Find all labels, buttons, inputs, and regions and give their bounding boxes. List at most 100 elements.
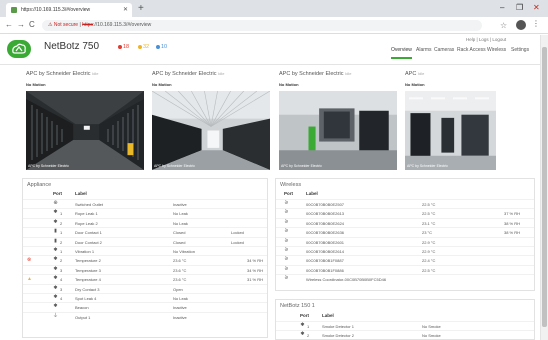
- page-scrollbar[interactable]: [540, 35, 548, 340]
- tab-close-icon[interactable]: ✕: [123, 3, 128, 17]
- minimize-button[interactable]: –: [500, 2, 504, 14]
- critical-alarm-icon: ⊗: [27, 257, 32, 264]
- wireless-sensor-value: 23 °C: [422, 230, 433, 236]
- wireless-sensor-row[interactable]: ⚞ 00C0B70B0B0E2636 23 °C 38 % RH: [276, 227, 534, 236]
- browser-menu-icon[interactable]: ⋮: [532, 19, 540, 28]
- wireless-sensor-icon: ⚞: [284, 200, 289, 206]
- appliance-sensor-row[interactable]: ▮ 1 Door Contact 1 Closed Locked: [23, 227, 267, 236]
- camera-panel-2: APC by Schneider Electric Idle No Motion A…: [152, 71, 270, 170]
- sensor-port: 4: [60, 296, 63, 301]
- wireless-sensor-row[interactable]: ⚞ 00C0B70B0B1F0887 22.4 °C: [276, 255, 534, 264]
- appliance-sensor-row[interactable]: ▮ 2 Door Contact 2 Closed Locked: [23, 236, 267, 246]
- sensor-value: No Leak: [173, 211, 188, 217]
- nav-alarms[interactable]: Alarms: [416, 47, 432, 53]
- wireless-sensor-label: 00C0B70B0B0E2601: [306, 239, 345, 245]
- nav-rack-access[interactable]: Rack Access: [457, 47, 486, 53]
- camera-title[interactable]: APC by Schneider Electric Idle: [152, 71, 270, 77]
- camera-motion-status: No Motion: [405, 82, 425, 87]
- nav-settings[interactable]: Settings: [511, 47, 529, 53]
- appliance-sensor-row[interactable]: ✱ 1 Vibration 1 No Vibration: [23, 246, 267, 255]
- wireless-sensor-row[interactable]: ⚞ 00C0B70B0B0E2507 22.5 °C: [276, 199, 534, 208]
- wireless-sensor-row[interactable]: ⚞ 00C0B70B0B1F0886 22.5 °C: [276, 264, 534, 274]
- utility-links[interactable]: Help | Logs | Logout: [466, 37, 506, 42]
- smoke-detector-icon: ✱: [300, 322, 305, 328]
- sensor-label: Temperature 3: [75, 267, 101, 273]
- window-close-button[interactable]: ✕: [533, 2, 540, 14]
- wireless-sensor-value: 22.9 °C: [422, 239, 436, 245]
- bookmark-star-icon[interactable]: ☆: [500, 21, 507, 30]
- appliance-sensor-row[interactable]: ▲ ✱ 4 Temperature 4 23.6 °C 31 % RH: [23, 274, 267, 283]
- sensor-icon: ▮: [54, 228, 57, 235]
- maximize-button[interactable]: ❐: [516, 2, 523, 14]
- nav-wireless[interactable]: Wireless: [487, 47, 506, 53]
- appliance-sensor-row[interactable]: ✱ 3 Temperature 3 23.6 °C 34 % RH: [23, 264, 267, 274]
- camera-motion-status: No Motion: [26, 82, 46, 87]
- browser-toolbar: ← → C ⚠ Not secure | https://10.169.115.…: [0, 17, 548, 34]
- camera-motion-status: No Motion: [152, 82, 172, 87]
- camera-feed-image[interactable]: APC by Schneider Electric: [26, 91, 144, 170]
- appliance-title: Appliance: [27, 182, 52, 188]
- scrollbar-thumb[interactable]: [542, 47, 547, 327]
- wireless-header-port: Port: [284, 191, 293, 196]
- sensor-port: 1: [307, 324, 310, 329]
- wireless-sensor-row[interactable]: ⚞ 00C0B70B0B0E2624 23.1 °C 38 % RH: [276, 217, 534, 227]
- sensor-label: Switched Outlet: [75, 202, 104, 207]
- wireless-sensor-label: Wireless Coordinator-00C0B70B0B0FC5D46: [306, 277, 387, 283]
- profile-avatar[interactable]: [516, 20, 526, 30]
- sensor-port: 2: [60, 258, 63, 264]
- wireless-sensor-row[interactable]: ⚞ 00C0B70B0B0E2613 22.5 °C 37 % RH: [276, 208, 534, 217]
- wireless-sensor-value: 22.5 °C: [422, 267, 436, 273]
- smoke-detector-icon: ✱: [300, 331, 305, 338]
- wireless-sensor-row[interactable]: ⚞ Wireless Coordinator-00C0B70B0B0FC5D46: [276, 274, 534, 283]
- nav-overview[interactable]: Overview: [391, 47, 412, 53]
- wireless-panel: Wireless Port Label ⚞ 00C0B70B0B0E2507 22.…: [275, 178, 535, 291]
- forward-button[interactable]: →: [17, 19, 25, 31]
- url-path: ://10.169.115.3/#/overview: [93, 22, 152, 28]
- wireless-sensor-label: 00C0B70B0B0E2614: [306, 249, 345, 254]
- sensor-icon: ✱: [53, 256, 58, 263]
- wireless-sensor-icon: ⚞: [284, 247, 289, 253]
- wireless-sensor-humidity: 37 % RH: [504, 211, 521, 217]
- new-tab-button[interactable]: +: [138, 3, 144, 15]
- wireless-sensor-label: 00C0B70B0B0E2624: [306, 220, 345, 226]
- not-secure-warning[interactable]: ⚠ Not secure: [48, 22, 78, 28]
- appliance-sensor-row[interactable]: ⊕ Switched Outlet Inactive: [23, 199, 267, 208]
- wireless-sensor-row[interactable]: ⚞ 00C0B70B0B0E2601 22.9 °C: [276, 236, 534, 246]
- appliance-sensor-row[interactable]: ✱ 2 Rope Leak 2 No Leak: [23, 217, 267, 227]
- camera-title[interactable]: APC Idle: [405, 71, 496, 77]
- wireless-sensor-row[interactable]: ⚞ 00C0B70B0B0E2614 22.9 °C: [276, 246, 534, 255]
- appliance-sensor-row[interactable]: ⊗ ✱ 2 Temperature 2 23.6 °C 34 % RH: [23, 255, 267, 264]
- camera-overlay-text: APC by Schneider Electric: [154, 164, 196, 168]
- sensor-port: 1: [60, 249, 63, 254]
- sensor-port: 2: [60, 220, 63, 226]
- camera-overlay-text: APC by Schneider Electric: [28, 164, 70, 168]
- sensor-label: Rope Leak 2: [75, 220, 98, 226]
- browser-tab[interactable]: https://10.169.115.3/#/overview ✕: [6, 3, 132, 17]
- sensor-label: Output 1: [75, 314, 91, 320]
- address-bar[interactable]: ⚠ Not secure | https://10.169.115.3/#/ov…: [42, 20, 482, 31]
- sensor-value: No Vibration: [173, 249, 195, 254]
- sensor-label: Spot Leak 4: [75, 296, 97, 301]
- netbotz150-sensor-row[interactable]: ✱ 1 Smoke Detector 1 No Smoke: [276, 321, 534, 330]
- wireless-sensor-icon: ⚞: [284, 237, 289, 244]
- sensor-port: 2: [307, 333, 310, 339]
- appliance-sensor-row[interactable]: ✱ 1 Rope Leak 1 No Leak: [23, 208, 267, 217]
- camera-title[interactable]: APC by Schneider Electric Idle: [279, 71, 397, 77]
- camera-feed-image[interactable]: APC by Schneider Electric: [405, 91, 496, 170]
- appliance-sensor-row[interactable]: ✱ Beacon Inactive: [23, 302, 267, 311]
- appliance-sensor-row[interactable]: ✱ 3 Dry Contact 3 Open: [23, 283, 267, 293]
- camera-status: Idle: [345, 71, 352, 76]
- camera-feed-image[interactable]: APC by Schneider Electric: [279, 91, 397, 170]
- sensor-humidity: 34 % RH: [247, 258, 264, 264]
- nav-cameras[interactable]: Cameras: [434, 47, 454, 53]
- reload-button[interactable]: C: [29, 19, 35, 31]
- sensor-port: 2: [60, 239, 63, 245]
- netbotz150-sensor-row[interactable]: ✱ 2 Smoke Detector 2 No Smoke: [276, 330, 534, 339]
- camera-title[interactable]: APC by Schneider Electric Idle: [26, 71, 144, 77]
- back-button[interactable]: ←: [5, 19, 13, 31]
- camera-feed-image[interactable]: APC by Schneider Electric: [152, 91, 270, 170]
- sensor-lock-status: Locked: [231, 230, 244, 236]
- favicon-icon: [11, 7, 17, 13]
- appliance-sensor-row[interactable]: ✱ 4 Spot Leak 4 No Leak: [23, 293, 267, 302]
- appliance-sensor-row[interactable]: ⏚ Output 1 Inactive: [23, 311, 267, 321]
